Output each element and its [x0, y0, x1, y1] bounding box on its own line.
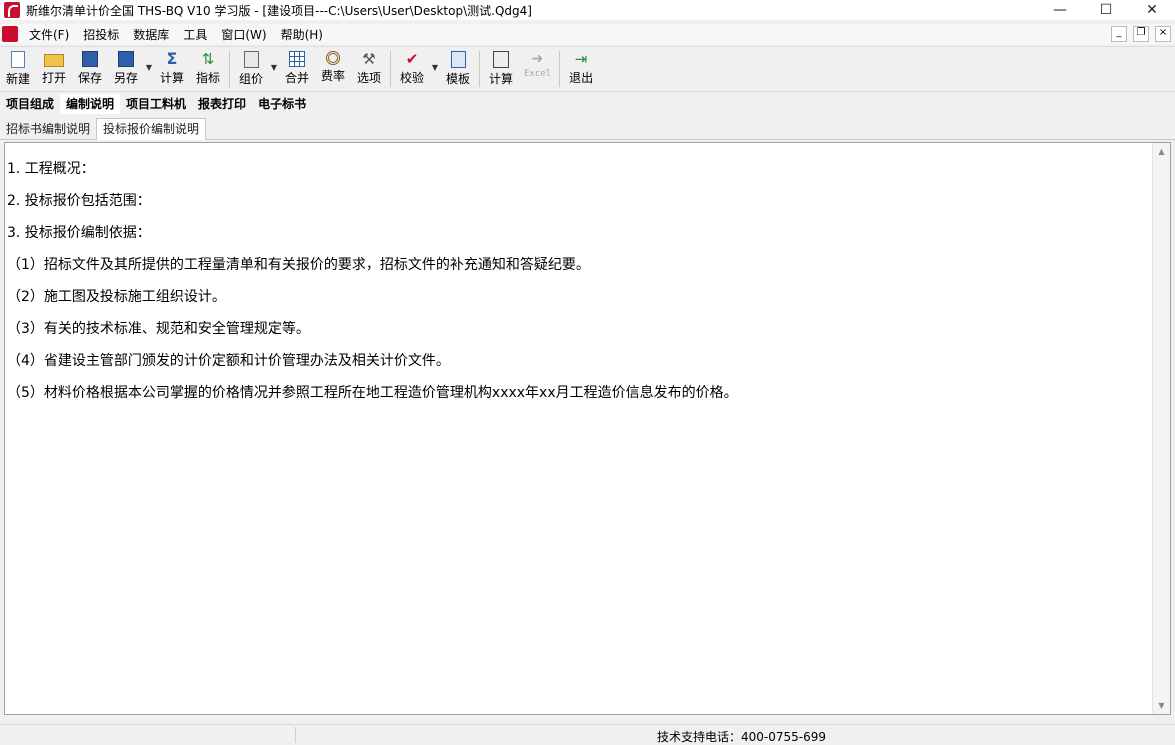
- notes-line[interactable]: 1. 工程概况：: [7, 153, 1148, 185]
- notes-text[interactable]: 1. 工程概况： 2. 投标报价包括范围： 3. 投标报价编制依据： （1）招标…: [7, 153, 1148, 409]
- support-phone: 技术支持电话：400-0755-699: [657, 730, 827, 744]
- document-menu-icon[interactable]: [2, 26, 18, 42]
- minimize-button[interactable]: —: [1037, 0, 1083, 20]
- menu-window[interactable]: 窗口(W): [214, 26, 273, 43]
- toolbar-separator: [390, 51, 391, 87]
- group-price-button[interactable]: 组价: [233, 47, 269, 91]
- notes-line[interactable]: （3）有关的技术标准、规范和安全管理规定等。: [7, 313, 1148, 345]
- main-tab-bar: 项目组成 编制说明 项目工料机 报表打印 电子标书: [0, 94, 1175, 114]
- calculator-icon: [493, 51, 509, 68]
- maximize-button[interactable]: ☐: [1083, 0, 1129, 20]
- menu-help[interactable]: 帮助(H): [274, 26, 330, 43]
- tools-icon: ⚒: [362, 50, 376, 68]
- close-button[interactable]: ✕: [1129, 0, 1175, 20]
- mdi-controls: _ ❐ ×: [1111, 26, 1171, 42]
- toolbar-separator: [229, 51, 230, 87]
- menu-bar: 文件(F) 招投标 数据库 工具 窗口(W) 帮助(H) _ ❐ ×: [0, 24, 1175, 44]
- window-controls: — ☐ ✕: [1037, 0, 1175, 20]
- notes-line[interactable]: （2）施工图及投标施工组织设计。: [7, 281, 1148, 313]
- merge-button[interactable]: 合并: [279, 47, 315, 91]
- verify-check-icon: ✔: [405, 50, 419, 68]
- notes-line[interactable]: （5）材料价格根据本公司掌握的价格情况并参照工程所在地工程造价管理机构xxxx年…: [7, 377, 1148, 409]
- menu-bidding[interactable]: 招投标: [76, 26, 126, 43]
- menu-tools[interactable]: 工具: [176, 26, 214, 43]
- sub-tab-bar: 招标书编制说明 投标报价编制说明: [0, 117, 1175, 140]
- group-price-dropdown[interactable]: ▼: [269, 47, 279, 87]
- exit-door-icon: ⇥: [574, 50, 588, 68]
- template-icon: [450, 51, 466, 68]
- notes-editor[interactable]: 1. 工程概况： 2. 投标报价包括范围： 3. 投标报价编制依据： （1）招标…: [4, 142, 1171, 715]
- group-price-icon: [243, 51, 259, 68]
- calculate-button[interactable]: Σ 计算: [154, 47, 190, 91]
- notes-line[interactable]: 3. 投标报价编制依据：: [7, 217, 1148, 249]
- folder-icon: [44, 54, 64, 67]
- index-button[interactable]: ⇅ 指标: [190, 47, 226, 91]
- excel-export-icon: ➜: [531, 51, 544, 67]
- save-as-dropdown[interactable]: ▼: [144, 47, 154, 87]
- vertical-scrollbar[interactable]: ▲ ▼: [1152, 143, 1170, 714]
- merge-grid-icon: [289, 51, 305, 67]
- tab-compilation-notes[interactable]: 编制说明: [60, 94, 121, 114]
- tab-report-printing[interactable]: 报表打印: [192, 94, 252, 114]
- save-button[interactable]: 保存: [72, 47, 108, 91]
- fee-rate-gear-icon: [326, 51, 340, 65]
- tab-tender-notes[interactable]: 招标书编制说明: [0, 119, 96, 139]
- notes-line[interactable]: （4）省建设主管部门颁发的计价定额和计价管理办法及相关计价文件。: [7, 345, 1148, 377]
- toolbar-separator: [559, 51, 561, 87]
- save-as-icon: [118, 51, 134, 67]
- fee-rate-button[interactable]: 费率: [315, 47, 351, 91]
- status-segment: [0, 727, 296, 743]
- mdi-minimize-button[interactable]: _: [1111, 26, 1127, 42]
- template-button[interactable]: 模板: [440, 47, 476, 91]
- app-logo-icon: [4, 2, 20, 18]
- toolbar: 新建 打开 保存 另存 ▼ Σ 计算 ⇅ 指标 组价 ▼ 合并 费率 ⚒ 选项 …: [0, 46, 1175, 92]
- calculator-button[interactable]: 计算: [483, 47, 519, 91]
- toolbar-separator: [479, 51, 480, 87]
- menu-database[interactable]: 数据库: [126, 26, 176, 43]
- new-document-icon: [11, 51, 25, 68]
- save-as-button[interactable]: 另存: [108, 47, 144, 91]
- excel-button[interactable]: ➜ Excel: [519, 47, 556, 91]
- scroll-up-button[interactable]: ▲: [1153, 143, 1170, 160]
- open-button[interactable]: 打开: [36, 47, 72, 91]
- tab-electronic-bid[interactable]: 电子标书: [252, 94, 312, 114]
- status-bar: 技术支持电话：400-0755-699: [0, 724, 1175, 745]
- exit-button[interactable]: ⇥ 退出: [563, 47, 599, 91]
- index-arrows-icon: ⇅: [201, 50, 215, 68]
- notes-line[interactable]: （1）招标文件及其所提供的工程量清单和有关报价的要求，招标文件的补充通知和答疑纪…: [7, 249, 1148, 281]
- mdi-restore-button[interactable]: ❐: [1133, 26, 1149, 42]
- window-title: 斯维尔清单计价全国 THS-BQ V10 学习版 - [建设项目---C:\Us…: [26, 3, 532, 18]
- verify-button[interactable]: ✔ 校验: [394, 47, 430, 91]
- verify-dropdown[interactable]: ▼: [430, 47, 440, 87]
- mdi-close-button[interactable]: ×: [1155, 26, 1171, 42]
- save-disk-icon: [82, 51, 98, 67]
- new-button[interactable]: 新建: [0, 47, 36, 91]
- menu-file[interactable]: 文件(F): [22, 26, 76, 43]
- tab-project-composition[interactable]: 项目组成: [0, 94, 60, 114]
- notes-line[interactable]: 2. 投标报价包括范围：: [7, 185, 1148, 217]
- scroll-down-button[interactable]: ▼: [1153, 697, 1170, 714]
- options-button[interactable]: ⚒ 选项: [351, 47, 387, 91]
- sigma-icon: Σ: [166, 49, 178, 68]
- tab-project-materials[interactable]: 项目工料机: [120, 94, 192, 114]
- tab-bid-quote-notes[interactable]: 投标报价编制说明: [96, 118, 207, 140]
- title-bar: 斯维尔清单计价全国 THS-BQ V10 学习版 - [建设项目---C:\Us…: [0, 0, 1175, 20]
